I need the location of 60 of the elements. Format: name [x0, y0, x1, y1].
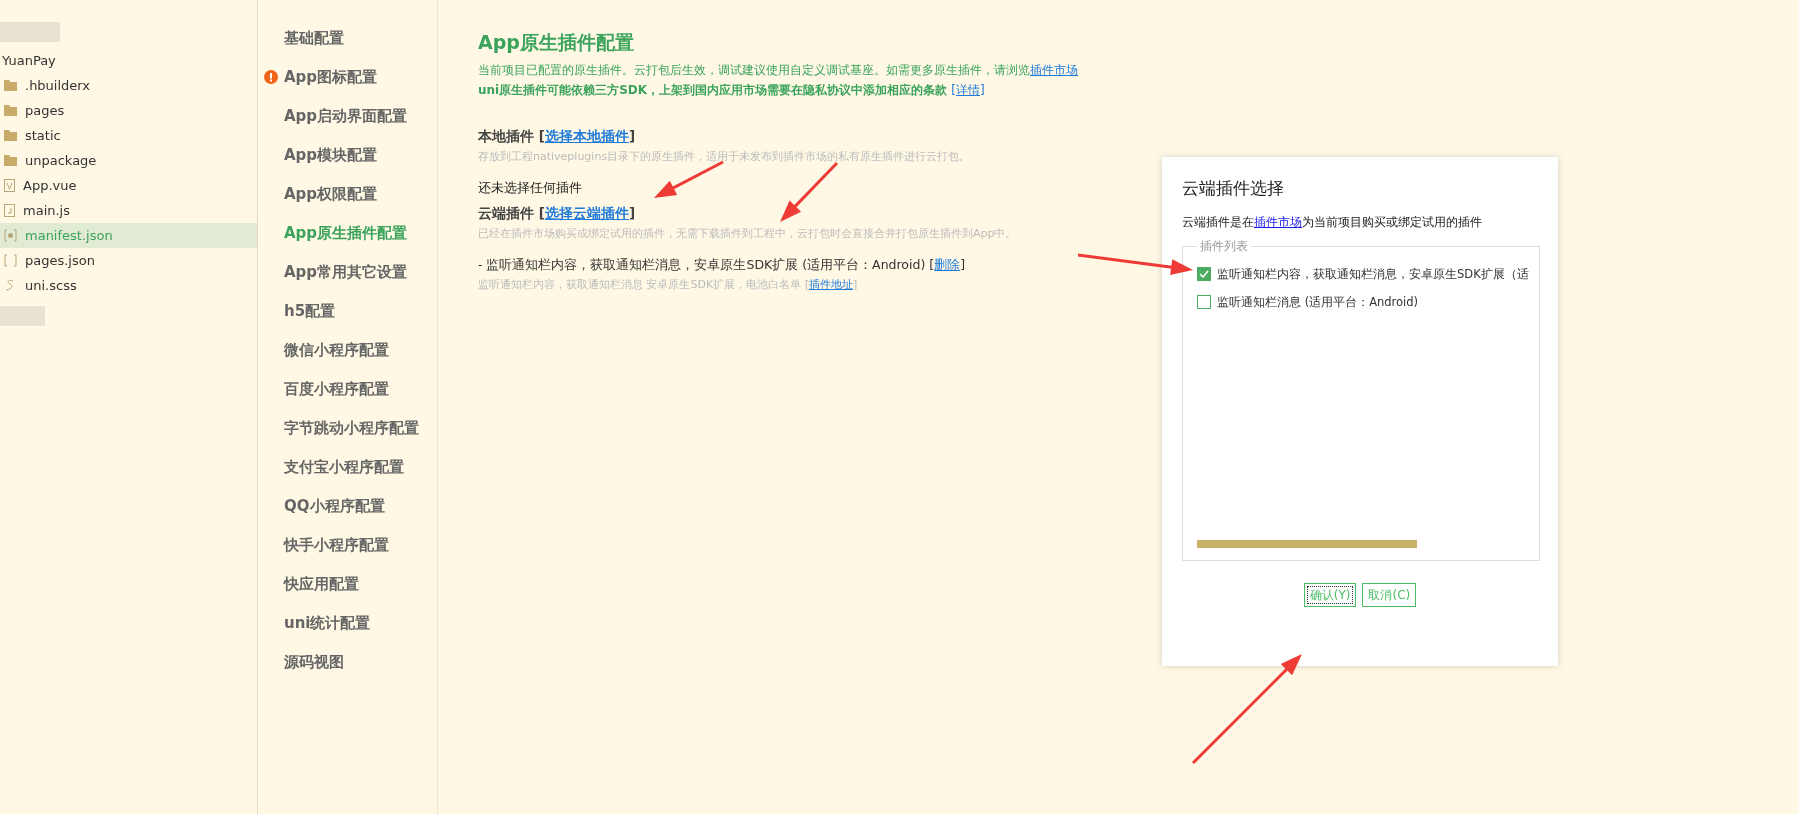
- page-title: App原生插件配置: [478, 30, 635, 55]
- plugin-description: 监听通知栏内容，获取通知栏消息 安卓原生SDK扩展，电池白名单 [插件地址]: [478, 277, 859, 292]
- file-tree-item[interactable]: main.js: [0, 198, 257, 223]
- settings-nav-item[interactable]: App原生插件配置: [258, 219, 437, 258]
- empty-message: 还未选择任何插件: [478, 180, 583, 197]
- settings-nav-item[interactable]: App图标配置: [258, 63, 437, 102]
- settings-nav-item[interactable]: App权限配置: [258, 180, 437, 219]
- settings-nav-item[interactable]: App模块配置: [258, 141, 437, 180]
- file-icon: [4, 179, 15, 192]
- settings-nav-item[interactable]: uni统计配置: [258, 609, 437, 648]
- plugin-list-legend: 插件列表: [1197, 239, 1251, 254]
- file-tree-item[interactable]: App.vue: [0, 173, 257, 198]
- settings-nav-item[interactable]: 基础配置: [258, 24, 437, 63]
- annotation-arrow: [780, 161, 839, 222]
- checkbox[interactable]: [1197, 295, 1211, 309]
- notice-text: uni原生插件可能依赖三方SDK，上架到国内应用市场需要在隐私协议中添加相应的条款 [详情]: [478, 82, 986, 99]
- choose-local-plugin-link[interactable]: 选择本地插件: [544, 128, 629, 144]
- plugin-checkbox-item[interactable]: 监听通知栏内容，获取通知栏消息，安卓原生SDK扩展（适: [1197, 260, 1529, 288]
- folder-icon: [4, 155, 17, 166]
- plugin-url-link[interactable]: 插件地址: [808, 278, 853, 291]
- plugin-entry: - 监听通知栏内容，获取通知栏消息，安卓原生SDK扩展 (适用平台：Android) [删除]: [478, 257, 967, 274]
- section-heading: 云端插件 [选择云端插件]: [478, 205, 637, 223]
- file-tree-item[interactable]: pages.json: [0, 248, 257, 273]
- annotation-arrow: [654, 160, 724, 198]
- file-icon: [4, 204, 15, 217]
- settings-nav-item[interactable]: QQ小程序配置: [258, 492, 437, 531]
- horizontal-scrollbar[interactable]: [1197, 540, 1417, 548]
- file-tree-item[interactable]: pages: [0, 98, 257, 123]
- project-name[interactable]: YuanPay: [0, 48, 257, 73]
- dialog-title: 云端插件选择: [1182, 177, 1285, 200]
- settings-nav-item[interactable]: 支付宝小程序配置: [258, 453, 437, 492]
- settings-nav-item[interactable]: 快手小程序配置: [258, 531, 437, 570]
- settings-nav-item[interactable]: 快应用配置: [258, 570, 437, 609]
- settings-nav-item[interactable]: App常用其它设置: [258, 258, 437, 297]
- dialog-description: 云端插件是在插件市场为当前项目购买或绑定试用的插件: [1182, 214, 1483, 231]
- settings-nav-item[interactable]: 源码视图: [258, 648, 437, 687]
- details-link[interactable]: [详情]: [951, 83, 985, 97]
- plugin-market-link[interactable]: 插件市场: [1254, 215, 1302, 229]
- section-heading: 本地插件 [选择本地插件]: [478, 128, 637, 146]
- folder-icon: [4, 80, 17, 91]
- intro-text: 当前项目已配置的原生插件。云打包后生效，调试建议使用自定义调试基座。如需更多原生插件，请浏览插件市场: [478, 62, 1078, 79]
- settings-nav-item[interactable]: App启动界面配置: [258, 102, 437, 141]
- settings-nav-item[interactable]: 微信小程序配置: [258, 336, 437, 375]
- choose-cloud-plugin-link[interactable]: 选择云端插件: [544, 205, 629, 221]
- warning-icon: [264, 70, 278, 84]
- checkbox[interactable]: [1197, 267, 1211, 281]
- settings-nav-item[interactable]: h5配置: [258, 297, 437, 336]
- plugin-market-link[interactable]: 插件市场: [1030, 63, 1078, 77]
- gear-file-icon: [4, 229, 17, 242]
- file-tree-item[interactable]: static: [0, 123, 257, 148]
- plugin-checkbox-item[interactable]: 监听通知栏消息 (适用平台：Android): [1197, 288, 1529, 316]
- file-tree-item[interactable]: .hbuilderx: [0, 73, 257, 98]
- folder-icon: [4, 105, 17, 116]
- folder-icon: [4, 130, 17, 141]
- delete-link[interactable]: 删除: [934, 257, 961, 272]
- file-tree-item[interactable]: unpackage: [0, 148, 257, 173]
- brackets-icon: [4, 254, 17, 267]
- settings-nav-item[interactable]: 百度小程序配置: [258, 375, 437, 414]
- file-tree-item[interactable]: uni.scss: [0, 273, 257, 298]
- settings-nav-item[interactable]: 字节跳动小程序配置: [258, 414, 437, 453]
